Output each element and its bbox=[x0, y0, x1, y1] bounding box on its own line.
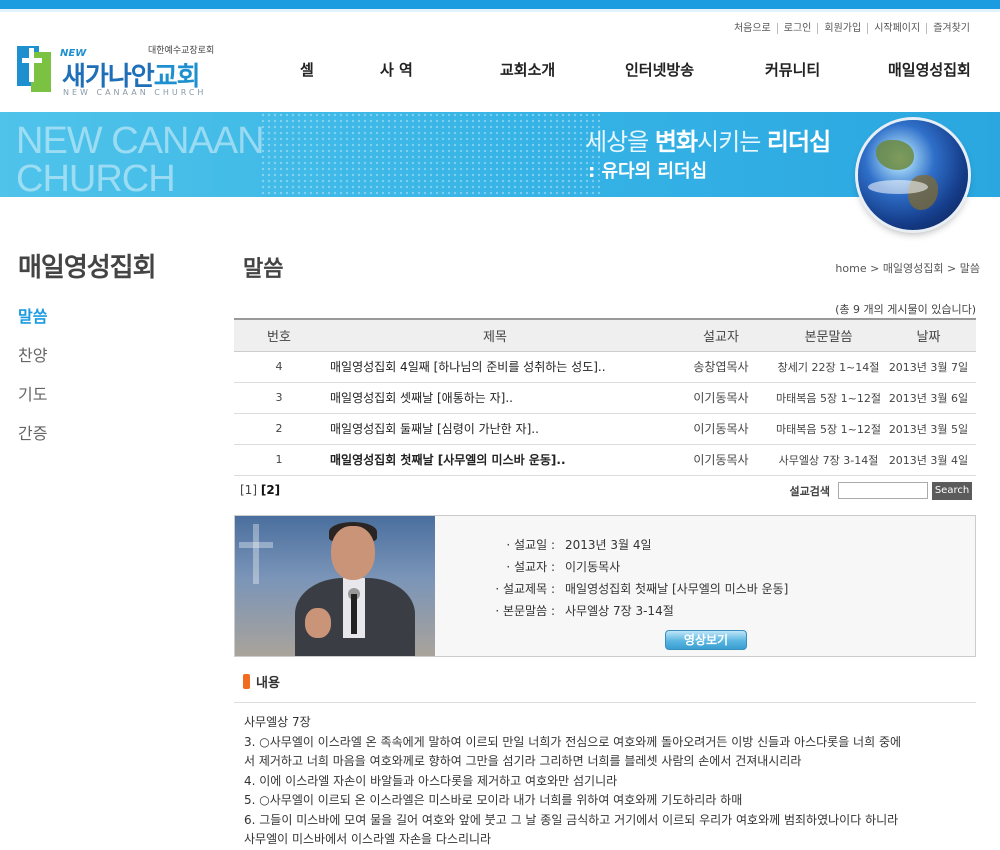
row-date: 2013년 3월 6일 bbox=[881, 382, 976, 414]
logo-denomination: 대한예수교장로회 bbox=[148, 46, 215, 56]
row-title-link[interactable]: 매일영성집회 첫째날 [사무엘의 미스바 운동].. bbox=[324, 444, 666, 476]
nav-cell[interactable]: 셀 bbox=[300, 59, 314, 80]
row-date: 2013년 3월 4일 bbox=[881, 444, 976, 476]
nav-ministry[interactable]: 사 역 bbox=[380, 59, 413, 80]
globe-icon bbox=[858, 120, 968, 230]
col-verse: 본문말씀 bbox=[776, 318, 881, 352]
page-2-current[interactable]: [2] bbox=[261, 483, 280, 497]
row-number: 4 bbox=[234, 351, 324, 383]
bullet-mark-icon bbox=[243, 674, 250, 689]
cross-logo-icon bbox=[17, 46, 51, 92]
nav-daily-spiritual[interactable]: 매일영성집회 bbox=[888, 59, 971, 80]
sidebar-item-sermon[interactable]: 말씀 bbox=[18, 303, 47, 327]
util-join-link[interactable]: 회원가입 bbox=[817, 23, 867, 34]
nav-internet-broadcast[interactable]: 인터넷방송 bbox=[625, 59, 694, 80]
row-verse: 마태복음 5장 1~12절 bbox=[776, 413, 881, 445]
sidebar-title: 매일영성집회 bbox=[18, 253, 157, 283]
top-color-bar bbox=[0, 0, 1000, 9]
scripture-line: 6. 그들이 미스바에 모여 물을 길어 여호와 앞에 붓고 그 날 종일 금식… bbox=[244, 812, 899, 827]
table-row[interactable]: 3 매일영성집회 셋째날 [애통하는 자].. 이기동목사 마태복음 5장 1~… bbox=[234, 382, 976, 414]
sermon-table: 번호 제목 설교자 본문말씀 날짜 4 매일영성집회 4일째 [하나님의 준비를… bbox=[234, 318, 976, 476]
banner-subslogan: : 유다의 리더십 bbox=[588, 161, 708, 182]
nav-church-intro[interactable]: 교회소개 bbox=[500, 59, 555, 80]
sidebar-item-testimony[interactable]: 간증 bbox=[18, 420, 47, 444]
info-title: · 설교제목 : 매일영성집회 첫째날 [사무엘의 미스바 운동] bbox=[495, 582, 789, 596]
col-preacher: 설교자 bbox=[666, 318, 776, 352]
search-button[interactable]: Search bbox=[932, 481, 972, 500]
logo-english-name: NEW CANAAN CHURCH bbox=[63, 88, 207, 97]
row-number: 2 bbox=[234, 413, 324, 445]
table-row[interactable]: 4 매일영성집회 4일째 [하나님의 준비를 성취하는 성도].. 송창엽목사 … bbox=[234, 351, 976, 383]
world-map-dots bbox=[260, 112, 600, 197]
scripture-line: 사무엘상 7장 bbox=[244, 715, 311, 729]
banner-slogan: 세상을 변화시키는 리더십 bbox=[585, 128, 831, 156]
sermon-scripture: 사무엘상 7장 3. ○사무엘이 이스라엘 온 족속에게 말하여 이르되 만일 … bbox=[244, 713, 974, 850]
scripture-line: 5. ○사무엘이 이르되 온 이스라엘은 미스바로 모이라 내가 너희를 위하여… bbox=[244, 793, 743, 807]
top-color-line bbox=[0, 9, 1000, 12]
util-home-link[interactable]: 처음으로 bbox=[728, 23, 777, 34]
church-logo[interactable]: NEW 대한예수교장로회 새가나안교회 NEW CANAAN CHURCH bbox=[17, 40, 217, 102]
sermon-detail-box: · 설교일 :2013년 3월 4일 · 설교자 : 이기동목사 · 설교제목 :… bbox=[234, 515, 976, 657]
scripture-line: 서 제거하고 너희 마음을 여호와께로 향하여 그만을 섬기라 그리하면 너희를… bbox=[244, 754, 802, 768]
table-row[interactable]: 1 매일영성집회 첫째날 [사무엘의 미스바 운동].. 이기동목사 사무엘상 … bbox=[234, 444, 976, 476]
row-title-link[interactable]: 매일영성집회 4일째 [하나님의 준비를 성취하는 성도].. bbox=[324, 351, 666, 383]
row-date: 2013년 3월 7일 bbox=[881, 351, 976, 383]
search-input[interactable] bbox=[838, 482, 928, 499]
content-divider bbox=[234, 702, 976, 703]
scripture-line: 4. 이에 이스라엘 자손이 바알들과 아스다롯을 제거하고 여호와만 섬기니라 bbox=[244, 773, 618, 788]
row-preacher: 송창엽목사 bbox=[666, 351, 776, 383]
watch-video-button[interactable]: 영상보기 bbox=[665, 630, 747, 650]
sermon-search: 설교검색 Search bbox=[790, 481, 972, 500]
col-number: 번호 bbox=[234, 318, 324, 352]
col-date: 날짜 bbox=[881, 318, 976, 352]
row-preacher: 이기동목사 bbox=[666, 413, 776, 445]
info-date: · 설교일 :2013년 3월 4일 bbox=[506, 538, 652, 552]
content-heading: 내용 bbox=[243, 672, 280, 691]
info-preacher: · 설교자 : 이기동목사 bbox=[506, 560, 621, 574]
page-title: 말씀 bbox=[243, 257, 284, 282]
utility-links: 처음으로 로그인 회원가입 시작페이지 즐겨찾기 bbox=[728, 23, 976, 34]
table-row[interactable]: 2 매일영성집회 둘째날 [심령이 가난한 자].. 이기동목사 마태복음 5장… bbox=[234, 413, 976, 445]
sidebar-item-prayer[interactable]: 기도 bbox=[18, 381, 47, 405]
row-date: 2013년 3월 5일 bbox=[881, 413, 976, 445]
nav-community[interactable]: 커뮤니티 bbox=[765, 59, 820, 80]
row-title-link[interactable]: 매일영성집회 셋째날 [애통하는 자].. bbox=[324, 382, 666, 414]
table-header-row: 번호 제목 설교자 본문말씀 날짜 bbox=[234, 318, 976, 352]
scripture-line: 3. ○사무엘이 이스라엘 온 족속에게 말하여 이르되 만일 너희가 전심으로… bbox=[244, 734, 902, 749]
row-verse: 마태복음 5장 1~12절 bbox=[776, 382, 881, 414]
search-label: 설교검색 bbox=[789, 484, 830, 498]
post-count: (총 9 개의 게시물이 있습니다) bbox=[835, 303, 976, 316]
main-nav: 셀 사 역 교회소개 인터넷방송 커뮤니티 매일영성집회 bbox=[300, 59, 980, 79]
row-preacher: 이기동목사 bbox=[666, 382, 776, 414]
preacher-photo bbox=[235, 516, 435, 656]
row-preacher: 이기동목사 bbox=[666, 444, 776, 476]
pagination: [1] [2] bbox=[240, 483, 280, 497]
hero-banner: NEW CANAAN CHURCH 세상을 변화시키는 리더십 : 유다의 리더… bbox=[0, 112, 1000, 197]
row-title-link[interactable]: 매일영성집회 둘째날 [심령이 가난한 자].. bbox=[324, 413, 666, 445]
breadcrumb: home > 매일영성집회 > 말씀 bbox=[835, 262, 980, 275]
banner-watermark: NEW CANAAN CHURCH bbox=[16, 120, 265, 197]
row-number: 3 bbox=[234, 382, 324, 414]
row-verse: 사무엘상 7장 3-14절 bbox=[776, 444, 881, 476]
row-number: 1 bbox=[234, 444, 324, 476]
sidebar-item-praise[interactable]: 찬양 bbox=[18, 342, 47, 366]
page-1-link[interactable]: [1] bbox=[240, 483, 257, 497]
util-login-link[interactable]: 로그인 bbox=[776, 23, 818, 34]
scripture-line: 사무엘이 미스바에서 이스라엘 자손을 다스리니라 bbox=[244, 832, 492, 846]
util-bookmark-link[interactable]: 즐겨찾기 bbox=[926, 23, 976, 34]
info-verse: · 본문말씀 : 사무엘상 7장 3-14절 bbox=[495, 604, 674, 618]
col-title: 제목 bbox=[324, 318, 666, 352]
util-startpage-link[interactable]: 시작페이지 bbox=[867, 23, 926, 34]
row-verse: 창세기 22장 1~14절 bbox=[776, 351, 881, 383]
